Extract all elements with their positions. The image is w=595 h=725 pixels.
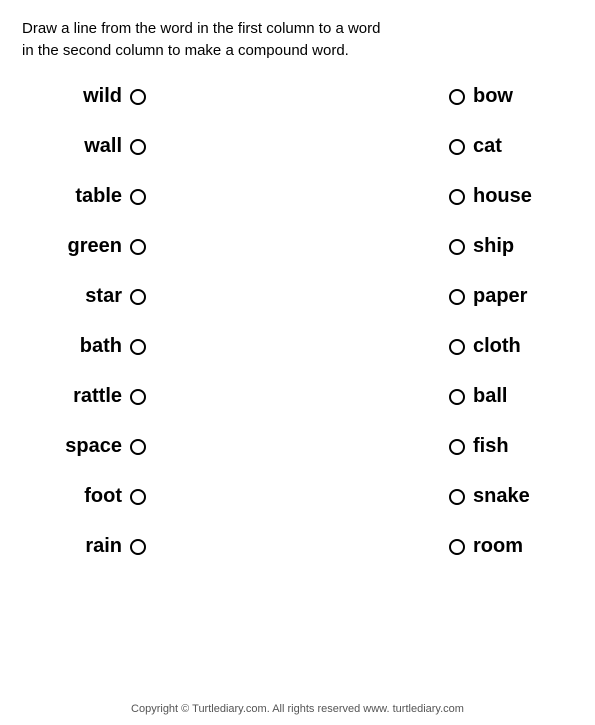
right-word: snake bbox=[473, 485, 543, 508]
right-circle[interactable] bbox=[449, 239, 465, 255]
right-word: ship bbox=[473, 235, 543, 258]
left-word: star bbox=[52, 285, 122, 308]
right-word: fish bbox=[473, 435, 543, 458]
page: Draw a line from the word in the first c… bbox=[0, 0, 595, 725]
instruction: Draw a line from the word in the first c… bbox=[22, 18, 573, 62]
right-column: bow cat house ship paper cloth ball fish snake ro… bbox=[449, 72, 543, 572]
right-word: house bbox=[473, 185, 543, 208]
left-word: table bbox=[52, 185, 122, 208]
left-column: wild wall table green star bath rattle space foo… bbox=[52, 72, 146, 572]
left-word-row: wild bbox=[52, 72, 146, 122]
right-word: bow bbox=[473, 85, 543, 108]
left-word: space bbox=[52, 435, 122, 458]
left-circle[interactable] bbox=[130, 89, 146, 105]
right-word-row: ship bbox=[449, 222, 543, 272]
left-word: foot bbox=[52, 485, 122, 508]
left-circle[interactable] bbox=[130, 389, 146, 405]
columns-container: wild wall table green star bath rattle space foo… bbox=[22, 72, 573, 572]
left-word: bath bbox=[52, 335, 122, 358]
right-word: cloth bbox=[473, 335, 543, 358]
right-word-row: snake bbox=[449, 472, 543, 522]
left-word-row: foot bbox=[52, 472, 146, 522]
right-circle[interactable] bbox=[449, 389, 465, 405]
left-circle[interactable] bbox=[130, 289, 146, 305]
right-word: room bbox=[473, 535, 543, 558]
right-circle[interactable] bbox=[449, 289, 465, 305]
right-word-row: cat bbox=[449, 122, 543, 172]
left-circle[interactable] bbox=[130, 339, 146, 355]
left-circle[interactable] bbox=[130, 439, 146, 455]
right-circle[interactable] bbox=[449, 339, 465, 355]
right-word: ball bbox=[473, 385, 543, 408]
right-word-row: paper bbox=[449, 272, 543, 322]
right-circle[interactable] bbox=[449, 189, 465, 205]
left-word: rain bbox=[52, 535, 122, 558]
right-circle[interactable] bbox=[449, 139, 465, 155]
left-word-row: bath bbox=[52, 322, 146, 372]
right-word-row: room bbox=[449, 522, 543, 572]
right-circle[interactable] bbox=[449, 539, 465, 555]
left-word-row: table bbox=[52, 172, 146, 222]
left-word: rattle bbox=[52, 385, 122, 408]
right-word-row: ball bbox=[449, 372, 543, 422]
left-word: green bbox=[52, 235, 122, 258]
left-circle[interactable] bbox=[130, 539, 146, 555]
left-circle[interactable] bbox=[130, 139, 146, 155]
left-circle[interactable] bbox=[130, 189, 146, 205]
left-word: wild bbox=[52, 85, 122, 108]
instruction-line1: Draw a line from the word in the first c… bbox=[22, 20, 380, 37]
left-word: wall bbox=[52, 135, 122, 158]
right-word-row: fish bbox=[449, 422, 543, 472]
right-word: cat bbox=[473, 135, 543, 158]
left-word-row: wall bbox=[52, 122, 146, 172]
right-circle[interactable] bbox=[449, 489, 465, 505]
right-word-row: cloth bbox=[449, 322, 543, 372]
right-word: paper bbox=[473, 285, 543, 308]
right-word-row: house bbox=[449, 172, 543, 222]
left-circle[interactable] bbox=[130, 489, 146, 505]
right-circle[interactable] bbox=[449, 439, 465, 455]
footer: Copyright © Turtlediary.com. All rights … bbox=[0, 703, 595, 715]
right-circle[interactable] bbox=[449, 89, 465, 105]
instruction-line2: in the second column to make a compound … bbox=[22, 42, 349, 59]
footer-text: Copyright © Turtlediary.com. All rights … bbox=[131, 703, 464, 715]
right-word-row: bow bbox=[449, 72, 543, 122]
left-circle[interactable] bbox=[130, 239, 146, 255]
left-word-row: space bbox=[52, 422, 146, 472]
left-word-row: star bbox=[52, 272, 146, 322]
left-word-row: rattle bbox=[52, 372, 146, 422]
left-word-row: green bbox=[52, 222, 146, 272]
left-word-row: rain bbox=[52, 522, 146, 572]
